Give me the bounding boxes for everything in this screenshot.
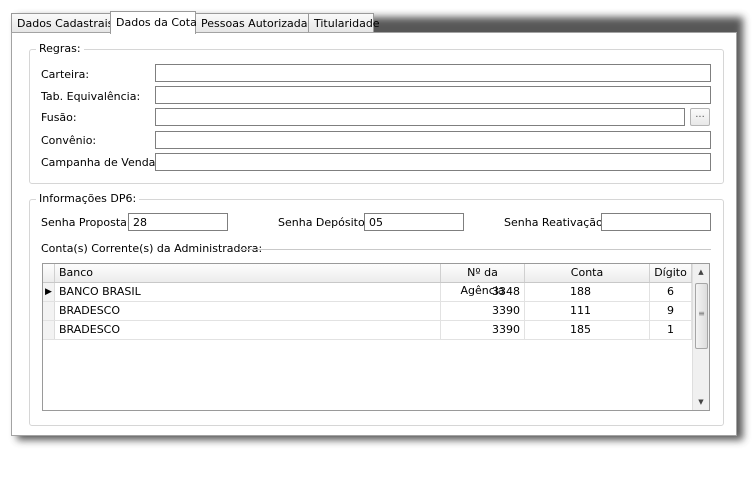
cell-agencia[interactable]: 3390: [441, 321, 525, 339]
contas-grid[interactable]: Banco Nº da Agência Conta Dígito ▶ BANCO…: [42, 263, 710, 411]
tab-strip: Dados Cadastrais Dados da Cota Pessoas A…: [11, 11, 739, 34]
cell-banco[interactable]: BRADESCO: [55, 321, 441, 339]
cell-digito[interactable]: 9: [650, 302, 692, 320]
row-indicator: [43, 302, 55, 320]
tab-pessoas-autorizadas[interactable]: Pessoas Autorizadas: [195, 13, 313, 32]
cell-banco[interactable]: BRADESCO: [55, 302, 441, 320]
senha-proposta-field[interactable]: [128, 213, 228, 231]
grid-vertical-scrollbar[interactable]: ▲ ≡ ▼: [692, 264, 709, 410]
carteira-field[interactable]: [155, 64, 711, 82]
dp6-title: Informações DP6:: [36, 192, 140, 205]
senha-deposito-label: Senha Depósito:: [278, 216, 369, 229]
column-header-digito[interactable]: Dígito: [650, 264, 692, 282]
tab-equivalencia-field[interactable]: [155, 86, 711, 104]
cell-digito[interactable]: 1: [650, 321, 692, 339]
tab-dados-da-cota[interactable]: Dados da Cota: [110, 11, 197, 34]
current-row-arrow-icon: ▶: [45, 287, 52, 297]
tab-equivalencia-label: Tab. Equivalência:: [41, 90, 141, 103]
fusao-lookup-button[interactable]: ...: [690, 108, 710, 126]
cell-agencia[interactable]: 3390: [441, 302, 525, 320]
column-header-agencia[interactable]: Nº da Agência: [441, 264, 525, 297]
contas-title: Conta(s) Corrente(s) da Administradora:: [41, 242, 263, 255]
column-header-banco[interactable]: Banco: [55, 264, 441, 282]
table-row[interactable]: ▶ BANCO BRASIL 3348 188 6: [43, 283, 692, 302]
header-indicator-cell: [43, 264, 55, 282]
row-indicator: ▶: [43, 283, 55, 301]
table-row[interactable]: BRADESCO 3390 185 1: [43, 321, 692, 340]
column-header-conta[interactable]: Conta: [525, 264, 650, 282]
convenio-label: Convênio:: [41, 134, 97, 147]
cell-conta[interactable]: 111: [525, 302, 650, 320]
cell-conta[interactable]: 188: [525, 283, 650, 301]
scroll-up-arrow-icon[interactable]: ▲: [693, 264, 709, 280]
senha-reativacao-field[interactable]: [601, 213, 711, 231]
cell-conta[interactable]: 185: [525, 321, 650, 339]
scroll-down-arrow-icon[interactable]: ▼: [693, 394, 709, 410]
campanha-field[interactable]: [155, 153, 711, 171]
carteira-label: Carteira:: [41, 68, 90, 81]
cell-agencia[interactable]: 3348: [441, 283, 525, 301]
row-indicator: [43, 321, 55, 339]
tab-content-panel: Regras: Carteira: Tab. Equivalência: Fus…: [11, 32, 737, 436]
fusao-field[interactable]: [155, 108, 685, 126]
grid-header: Banco Nº da Agência Conta Dígito: [43, 264, 692, 297]
senha-deposito-field[interactable]: [364, 213, 464, 231]
campanha-label: Campanha de Venda:: [41, 156, 160, 169]
scrollbar-thumb[interactable]: ≡: [695, 283, 708, 349]
contas-separator: [239, 249, 711, 250]
regras-title: Regras:: [36, 42, 84, 55]
senha-reativacao-label: Senha Reativação:: [504, 216, 607, 229]
fusao-label: Fusão:: [41, 111, 77, 124]
cell-banco[interactable]: BANCO BRASIL: [55, 283, 441, 301]
table-row[interactable]: BRADESCO 3390 111 9: [43, 302, 692, 321]
tab-titularidade[interactable]: Titularidade: [308, 13, 380, 32]
senha-proposta-label: Senha Proposta:: [41, 216, 131, 229]
tab-dados-cadastrais[interactable]: Dados Cadastrais: [11, 13, 113, 32]
convenio-field[interactable]: [155, 131, 711, 149]
cell-digito[interactable]: 6: [650, 283, 692, 301]
